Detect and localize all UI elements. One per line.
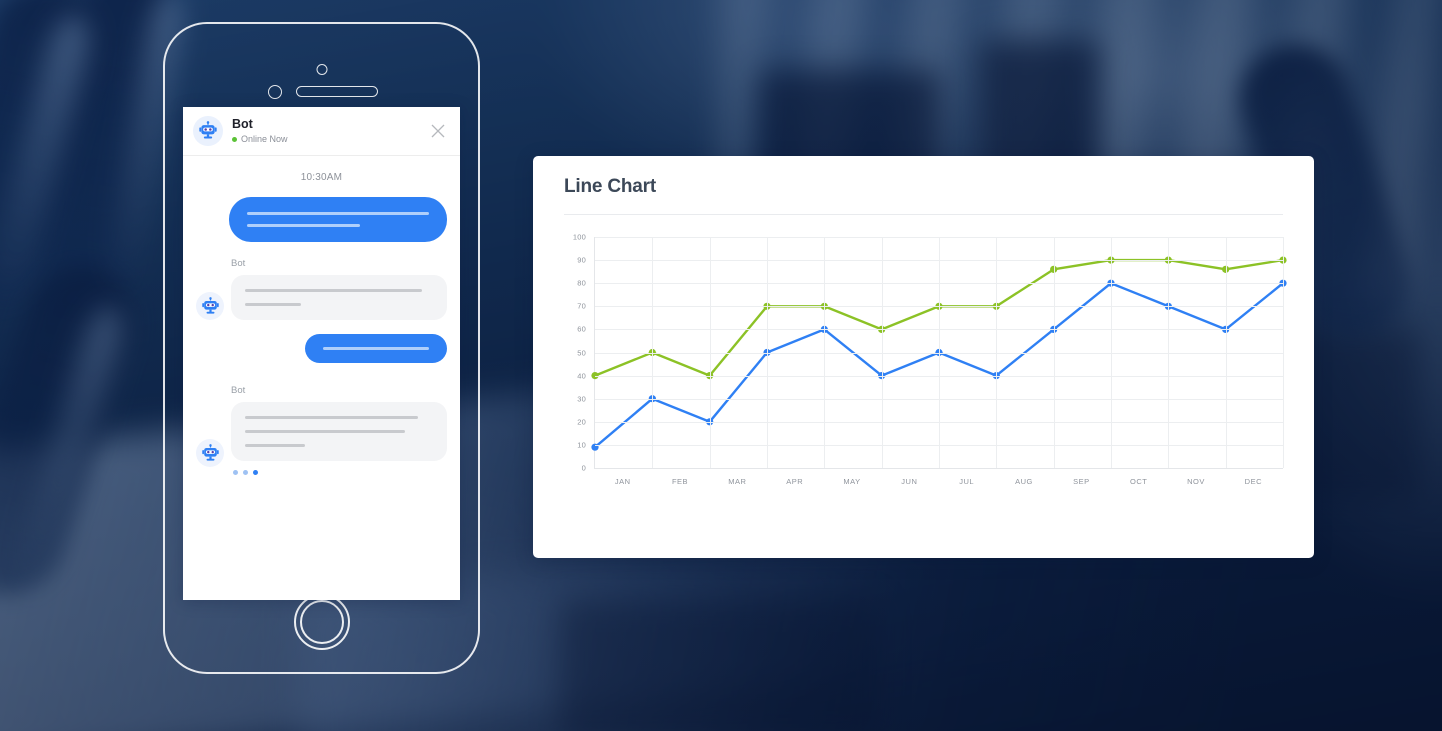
y-axis-tick-label: 10 [577, 440, 586, 450]
phone-camera-icon [316, 64, 327, 75]
message-placeholder-line [323, 347, 429, 350]
phone-home-button-ring [299, 600, 344, 644]
chat-widget: Bot Online Now 10:30AM Bot Bot [183, 107, 460, 600]
y-axis-tick-label: 30 [577, 394, 586, 404]
robot-avatar-icon [196, 439, 224, 467]
y-axis-tick-label: 100 [572, 232, 586, 242]
typing-dot [243, 470, 248, 475]
y-axis-tick-label: 20 [577, 417, 586, 427]
x-axis-tick-label: MAY [843, 477, 861, 486]
incoming-sender-label: Bot [231, 385, 246, 396]
message-row-incoming: Bot [196, 258, 447, 320]
divider [564, 214, 1283, 215]
x-axis-tick-label: AUG [1015, 477, 1033, 486]
message-placeholder-line [247, 224, 360, 227]
gridline-vertical [1225, 237, 1227, 468]
x-axis-tick-label: NOV [1187, 477, 1205, 486]
x-axis-tick-label: MAR [728, 477, 747, 486]
x-axis-tick-label: JAN [614, 477, 631, 486]
chat-header: Bot Online Now [183, 107, 460, 156]
gridline-vertical [709, 237, 711, 468]
bot-status: Online Now [232, 134, 428, 145]
robot-avatar-icon [196, 292, 224, 320]
x-axis-tick-label: OCT [1129, 477, 1148, 486]
message-placeholder-line [245, 430, 405, 433]
message-row-incoming: Bot [196, 385, 447, 475]
y-axis-tick-label: 0 [581, 463, 586, 473]
x-axis-tick-label: APR [786, 477, 804, 486]
incoming-sender-label: Bot [231, 258, 246, 269]
robot-glyph [201, 443, 219, 461]
y-axis-tick-label: 70 [577, 301, 586, 311]
phone-sensor-icon [268, 85, 282, 99]
plot-canvas [591, 237, 1287, 469]
message-placeholder-line [247, 212, 429, 215]
outgoing-message-bubble [229, 197, 447, 242]
x-axis-tick-label: JUL [959, 477, 975, 486]
page-title: Line Chart [564, 176, 656, 197]
gridline-vertical [652, 237, 654, 468]
y-axis: 0 10 20 30 40 50 60 70 80 90 100 [564, 233, 590, 473]
y-axis-tick-label: 60 [577, 324, 586, 334]
robot-glyph [199, 121, 217, 139]
x-axis-tick-label: DEC [1244, 477, 1262, 486]
outgoing-message-bubble [305, 334, 447, 363]
y-axis-tick-label: 40 [577, 371, 586, 381]
close-icon[interactable] [428, 121, 448, 141]
message-placeholder-line [245, 444, 306, 447]
bot-status-label: Online Now [241, 134, 288, 144]
online-status-dot [232, 137, 237, 142]
phone-home-button[interactable] [293, 594, 350, 650]
x-axis-tick-label: FEB [671, 477, 689, 486]
x-axis-tick-label: JUN [901, 477, 918, 486]
y-axis-tick-label: 90 [577, 255, 586, 265]
incoming-message-bubble [231, 275, 447, 320]
chat-header-text: Bot Online Now [232, 117, 428, 145]
y-axis-tick-label: 80 [577, 278, 586, 288]
gridline-vertical [1053, 237, 1055, 468]
x-axis-tick-label: SEP [1073, 477, 1090, 486]
chat-message-list[interactable]: 10:30AM Bot Bot [183, 156, 460, 600]
message-placeholder-line [245, 416, 418, 419]
gridline-vertical [1111, 237, 1112, 468]
gridline-vertical [1168, 237, 1170, 468]
message-row-outgoing [196, 197, 447, 242]
chat-timestamp: 10:30AM [300, 172, 343, 183]
chart-plot-area: 0 10 20 30 40 50 60 70 80 90 100 JAN FEB MAR APR MAY JU… [564, 233, 1287, 507]
gridline-vertical [1283, 237, 1284, 468]
robot-glyph [201, 296, 219, 314]
gridline-vertical [881, 237, 883, 468]
message-placeholder-line [245, 289, 422, 292]
line-chart-card: Line Chart 0 10 20 30 40 50 60 70 80 90 100 JAN FEB… [533, 156, 1314, 558]
robot-avatar-icon [193, 116, 223, 146]
gridline-vertical [939, 237, 940, 468]
gridline-vertical [767, 237, 768, 468]
incoming-message-column: Bot [231, 385, 447, 475]
bot-name: Bot [232, 117, 253, 131]
typing-dot [253, 470, 258, 475]
close-glyph [431, 124, 445, 138]
phone-speaker-icon [296, 86, 378, 97]
gridline-vertical [996, 237, 998, 468]
gridline-vertical [824, 237, 826, 468]
message-placeholder-line [245, 303, 302, 306]
incoming-message-column: Bot [231, 258, 447, 320]
x-axis: JAN FEB MAR APR MAY JUN JUL AUG SEP OCT NOV DEC [594, 477, 1283, 491]
y-axis-tick-label: 50 [577, 348, 586, 357]
typing-dot [233, 470, 238, 475]
typing-indicator [233, 470, 447, 475]
incoming-message-bubble [231, 402, 447, 461]
message-row-outgoing [196, 334, 447, 363]
